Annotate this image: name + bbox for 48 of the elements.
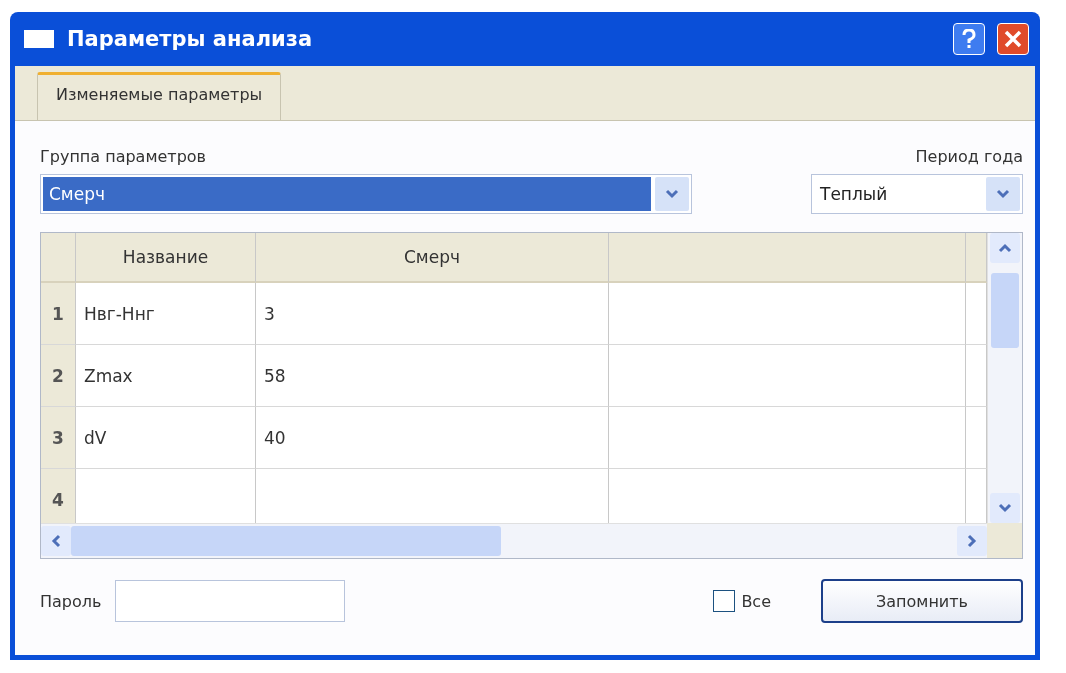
close-icon xyxy=(1004,30,1022,48)
scrollbar-corner xyxy=(987,523,1022,558)
horizontal-scrollbar[interactable] xyxy=(41,523,987,558)
table-cell: Hвг-Hнг xyxy=(76,283,256,345)
row-number: 1 xyxy=(41,283,76,345)
scrollbar-thumb[interactable] xyxy=(991,273,1019,348)
period-label: Период года xyxy=(915,147,1023,166)
save-button[interactable]: Запомнить xyxy=(821,579,1023,623)
checkbox[interactable] xyxy=(713,590,736,612)
column-header[interactable]: Смерч xyxy=(256,233,609,283)
table-cell: Zmax xyxy=(76,345,256,407)
dropdown-button[interactable] xyxy=(986,177,1020,211)
password-field[interactable] xyxy=(115,580,346,622)
caret-left-icon xyxy=(51,534,61,548)
scroll-left-button[interactable] xyxy=(41,526,71,556)
column-header xyxy=(41,233,76,283)
table-cell: dV xyxy=(76,407,256,469)
window-icon xyxy=(23,28,55,50)
dropdown-value: Теплый xyxy=(819,183,889,206)
table-cell: 58 xyxy=(256,345,609,407)
group-label: Группа параметров xyxy=(40,147,207,166)
dropdown[interactable]: Смерч xyxy=(40,174,692,214)
dropdown[interactable]: Теплый xyxy=(811,174,1023,214)
caret-up-icon xyxy=(998,243,1012,253)
dropdown-value: Смерч xyxy=(43,177,651,211)
table-cell: 40 xyxy=(256,407,609,469)
window-title: Параметры анализа xyxy=(67,27,314,51)
column-header[interactable]: Название xyxy=(76,233,256,283)
help-button[interactable] xyxy=(953,23,985,55)
table-cell: 3 xyxy=(256,283,609,345)
scroll-down-button[interactable] xyxy=(990,493,1020,523)
scroll-right-button[interactable] xyxy=(957,526,987,556)
caret-down-icon xyxy=(998,503,1012,513)
question-mark-icon xyxy=(962,29,976,49)
checkbox-label[interactable]: Все xyxy=(741,591,771,611)
tab[interactable]: Изменяемые параметры xyxy=(37,72,282,120)
dropdown-button[interactable] xyxy=(655,177,689,211)
row-number: 3 xyxy=(41,407,76,469)
close-button[interactable] xyxy=(997,23,1029,55)
caret-right-icon xyxy=(967,534,977,548)
scrollbar-thumb[interactable] xyxy=(71,526,501,556)
password-label: Пароль xyxy=(40,591,102,611)
row-number: 2 xyxy=(41,345,76,407)
scroll-up-button[interactable] xyxy=(990,233,1020,263)
vertical-scrollbar[interactable] xyxy=(987,233,1022,523)
row-number: 4 xyxy=(41,469,76,523)
caret-down-icon xyxy=(996,189,1010,199)
caret-down-icon xyxy=(665,189,679,199)
